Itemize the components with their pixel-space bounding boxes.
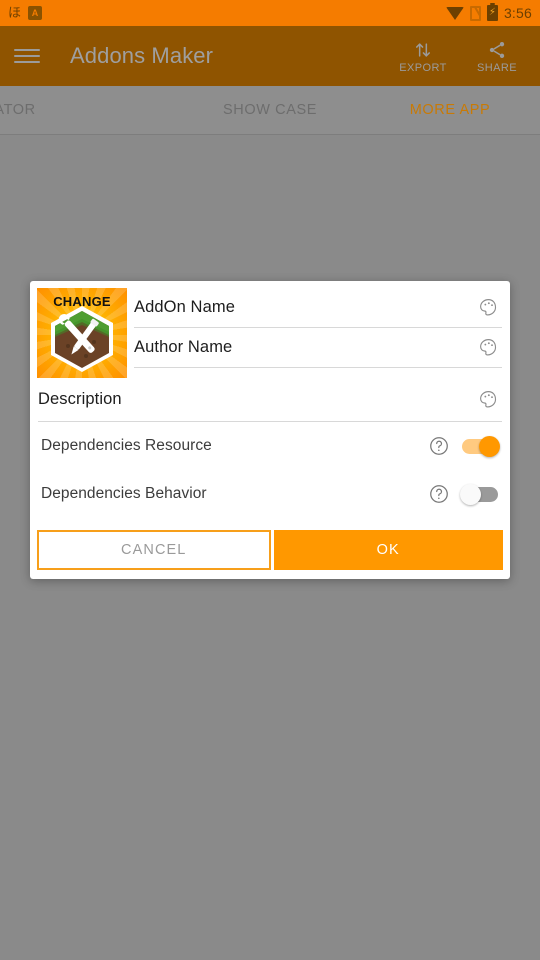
addon-settings-dialog: CHANGE AddOn Name Author Name Descriptio… [30,281,510,579]
description-field[interactable]: Description [38,378,502,422]
dependencies-behavior-toggle[interactable] [460,483,500,505]
status-bar-right-icons: ⚡ 3:56 [445,3,532,21]
dialog-top-section: CHANGE AddOn Name Author Name [30,281,510,378]
addon-name-field[interactable]: AddOn Name [134,288,502,328]
palette-icon[interactable] [474,294,502,322]
battery-bolt-glyph: ⚡ [488,7,496,18]
hamburger-line [14,49,40,51]
app-bar-actions: EXPORT SHARE [399,39,526,74]
dialog-button-bar: CANCEL OK [37,530,503,570]
palette-icon[interactable] [474,386,502,414]
wifi-icon [445,6,464,20]
status-bar: ほ A ⚡ 3:56 [0,0,540,26]
hamburger-menu-icon[interactable] [14,46,40,66]
change-icon-label: CHANGE [53,294,111,309]
page-title: Addons Maker [70,43,214,68]
dependencies-behavior-row: Dependencies Behavior [30,470,510,518]
author-name-value: Author Name [134,338,233,356]
toggle-thumb [479,435,500,457]
export-button[interactable]: EXPORT [399,39,447,74]
export-arrows-icon [413,39,433,61]
hamburger-line [14,55,40,57]
tab-creator[interactable]: CREATOR [0,86,180,134]
share-nodes-icon [487,39,507,61]
battery-charging-icon: ⚡ [486,3,498,21]
dialog-name-fields: AddOn Name Author Name [127,288,510,378]
status-bar-clock: 3:56 [503,5,532,21]
dependencies-resource-row: Dependencies Resource [30,422,510,470]
palette-icon[interactable] [474,334,502,362]
ok-button[interactable]: OK [273,530,503,570]
export-button-label: EXPORT [399,61,447,74]
status-bar-left-icons: ほ A [8,5,43,21]
tab-more-app[interactable]: MORE APP [360,86,540,134]
addon-block-wrench-icon[interactable]: CHANGE [37,288,127,378]
app-bar: Addons Maker EXPORT SHARE [0,26,540,86]
dependencies-behavior-label: Dependencies Behavior [41,485,207,502]
description-value: Description [38,390,122,408]
sim-card-icon [469,5,481,21]
tab-bar: CREATOR SHOW CASE MORE APP [0,86,540,135]
hamburger-line [14,61,40,63]
author-name-field[interactable]: Author Name [134,328,502,368]
dependencies-resource-label: Dependencies Resource [41,437,212,454]
bug-icon: ほ [8,5,22,21]
dependencies-resource-toggle[interactable] [460,435,500,457]
icon-hex-block [48,304,116,374]
tab-show-case[interactable]: SHOW CASE [180,86,360,134]
share-button[interactable]: SHARE [474,39,520,74]
addon-name-value: AddOn Name [134,298,235,316]
help-circle-icon[interactable] [428,435,450,457]
toggle-thumb [460,483,481,505]
share-button-label: SHARE [477,61,517,74]
app-badge-icon: A [28,6,43,20]
help-circle-icon[interactable] [428,483,450,505]
cancel-button[interactable]: CANCEL [37,530,271,570]
